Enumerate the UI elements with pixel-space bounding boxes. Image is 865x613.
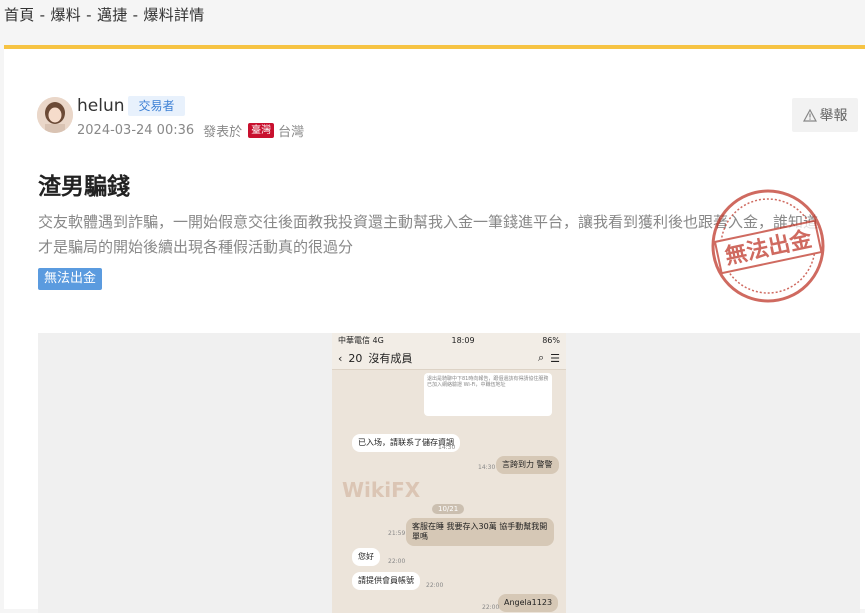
post-datetime: 2024-03-24 00:36 bbox=[77, 123, 195, 138]
message-out: Angela1123 bbox=[498, 594, 559, 612]
chat-header: ‹ 20 沒有成員 ⌕ ☰ bbox=[332, 347, 566, 370]
breadcrumb-exposure[interactable]: 爆料 bbox=[50, 6, 81, 24]
author-name[interactable]: helun bbox=[77, 96, 125, 116]
message-out: 言跨到力 警警 bbox=[496, 456, 559, 474]
breadcrumb-broker[interactable]: 邁捷 bbox=[97, 6, 128, 24]
message-in: 您好 bbox=[352, 548, 380, 566]
message-time: 22:00 bbox=[426, 582, 444, 589]
role-badge: 交易者 bbox=[128, 96, 185, 116]
avatar[interactable] bbox=[37, 97, 73, 133]
message-in: 請提供會員帳號 bbox=[352, 572, 420, 590]
status-time: 18:09 bbox=[451, 335, 475, 345]
breadcrumb-separator: - bbox=[81, 6, 97, 24]
breadcrumb: 首頁 - 爆料 - 邁捷 - 爆料詳情 bbox=[4, 4, 205, 25]
breadcrumb-home[interactable]: 首頁 bbox=[4, 6, 35, 24]
breadcrumb-current: 爆料詳情 bbox=[143, 6, 205, 24]
region-flag-icon: 臺灣 bbox=[248, 123, 275, 138]
chat-title: 沒有成員 bbox=[368, 352, 413, 365]
back-chevron-icon: ‹ bbox=[338, 351, 343, 365]
warning-icon bbox=[802, 108, 817, 122]
quoted-image: 退出是騎聊中下81時向報告，跟個還該有得請協住服務已加入網絡驗證 Wi-Fi，中… bbox=[424, 373, 552, 416]
chat-screenshot[interactable]: 中華電信 4G 18:09 86% ‹ 20 沒有成員 ⌕ ☰ 退出是騎聊中下8… bbox=[332, 333, 566, 613]
message-time: 21:59 bbox=[388, 530, 406, 537]
report-button[interactable]: 舉報 bbox=[792, 98, 858, 132]
message-out: 客服在睡 我要存入30萬 協手動幫我開單嗎 bbox=[406, 518, 554, 546]
unable-to-withdraw-stamp-icon: 無法出金 bbox=[711, 189, 825, 303]
battery: 86% bbox=[542, 335, 560, 345]
search-icon: ⌕ bbox=[537, 351, 545, 364]
back-count: 20 bbox=[348, 351, 363, 365]
breadcrumb-separator: - bbox=[34, 6, 51, 24]
phone-status-bar: 中華電信 4G 18:09 86% bbox=[332, 333, 566, 347]
watermark: WikiFX bbox=[342, 478, 421, 502]
message-time: 14:30 bbox=[438, 444, 456, 451]
region-name: 台灣 bbox=[278, 125, 305, 140]
avatar-image bbox=[37, 97, 73, 133]
category-tag[interactable]: 無法出金 bbox=[38, 268, 103, 290]
post-meta: 2024-03-24 00:36 發表於 臺灣 台灣 bbox=[77, 121, 304, 140]
post-card: helun 交易者 2024-03-24 00:36 發表於 臺灣 台灣 舉報 … bbox=[4, 45, 865, 613]
report-label: 舉報 bbox=[819, 108, 848, 124]
message-time: 22:00 bbox=[388, 558, 406, 565]
date-chip: 10/21 bbox=[432, 504, 465, 514]
breadcrumb-separator: - bbox=[127, 6, 144, 24]
image-gallery[interactable]: 中華電信 4G 18:09 86% ‹ 20 沒有成員 ⌕ ☰ 退出是騎聊中下8… bbox=[38, 333, 860, 613]
post-title: 渣男騙錢 bbox=[38, 174, 130, 200]
carrier: 中華電信 4G bbox=[338, 335, 384, 345]
message-time: 22:00 bbox=[482, 604, 500, 611]
menu-icon: ☰ bbox=[550, 351, 560, 365]
message-time: 14:30 bbox=[478, 464, 496, 471]
posted-in-label: 發表於 bbox=[203, 125, 243, 140]
quoted-text: 退出是騎聊中下81時向報告，跟個還該有得請協住服務已加入網絡驗證 Wi-Fi，中… bbox=[427, 376, 549, 388]
